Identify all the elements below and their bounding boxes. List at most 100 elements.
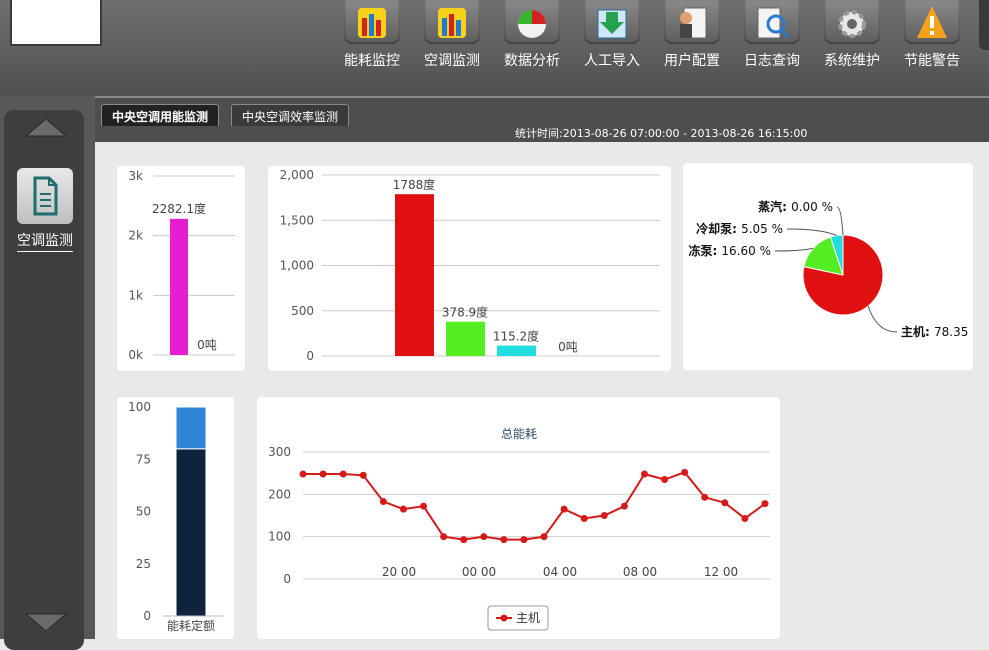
data-point bbox=[319, 470, 327, 478]
y-tick-label: 200 bbox=[268, 487, 291, 501]
x-category-label: 能耗定额 bbox=[167, 618, 215, 633]
chart-panel-quota: 0 25 50 75 100 能耗定额 bbox=[117, 397, 234, 639]
total-energy-line-chart: 总能耗 0 100 200 300 20 00 00 00 04 00 08 00 12 00 主机 bbox=[268, 427, 770, 631]
stacked-bar-segment bbox=[175, 448, 207, 617]
log-search-icon bbox=[744, 0, 800, 44]
x-tick-label: 04 00 bbox=[543, 565, 577, 579]
scroll-up-arrow-icon[interactable] bbox=[24, 116, 68, 138]
data-point bbox=[480, 533, 488, 541]
bar bbox=[497, 345, 536, 356]
bar-value-label: 2282.1度 bbox=[152, 201, 206, 216]
y-tick-label: 2k bbox=[128, 229, 143, 243]
data-point bbox=[379, 498, 387, 506]
y-tick-label: 25 bbox=[136, 557, 151, 571]
window-edge bbox=[979, 0, 989, 50]
data-point bbox=[339, 470, 347, 478]
nav-data-analysis[interactable]: 数据分析 bbox=[496, 0, 568, 72]
tab-ac-efficiency-monitor[interactable]: 中央空调效率监测 bbox=[231, 104, 350, 128]
bar bbox=[446, 321, 485, 356]
warning-icon bbox=[904, 0, 960, 44]
ac-monitor-chart-icon bbox=[424, 0, 480, 44]
y-tick-label: 100 bbox=[268, 530, 291, 544]
y-tick-label: 1,500 bbox=[280, 213, 314, 227]
pie-analysis-icon bbox=[504, 0, 560, 44]
x-tick-label: 00 00 bbox=[462, 565, 496, 579]
energy-quota-stacked-bar: 0 25 50 75 100 能耗定额 bbox=[128, 400, 223, 633]
pie-slice-label: 主机: 78.35 bbox=[901, 324, 968, 339]
user-config-icon bbox=[664, 0, 720, 44]
data-point bbox=[600, 512, 608, 519]
bar-value-label: 1788度 bbox=[393, 177, 436, 192]
chart-title: 总能耗 bbox=[501, 427, 537, 441]
sidebar: 空调监测 bbox=[0, 96, 95, 650]
y-tick-label: 0k bbox=[128, 348, 143, 362]
series-line bbox=[303, 471, 766, 541]
energy-breakdown-bar-chart: 0 500 1,000 1,500 2,000 1788度 378.9度 115.2度 0吨 bbox=[280, 168, 660, 363]
data-point bbox=[440, 533, 448, 541]
pie-leader-line bbox=[867, 305, 898, 333]
nav-label: 人工导入 bbox=[584, 53, 640, 69]
nav-manual-import[interactable]: 人工导入 bbox=[576, 0, 648, 72]
total-energy-bar-chart: 0k 1k 2k 3k 2282.1度 0吨 bbox=[128, 169, 235, 362]
data-point bbox=[399, 505, 407, 513]
tab-bar: 中央空调用能监测 中央空调效率监测 bbox=[95, 96, 989, 128]
data-point bbox=[420, 502, 428, 510]
data-point bbox=[620, 502, 628, 510]
chart-panel-total: 0k 1k 2k 3k 2282.1度 0吨 bbox=[117, 166, 245, 371]
logo-placeholder bbox=[10, 0, 102, 46]
nav-label: 用户配置 bbox=[664, 53, 720, 69]
x-tick-label: 20 00 bbox=[382, 565, 416, 579]
nav-label: 能耗监控 bbox=[344, 53, 400, 69]
legend-label: 主机 bbox=[516, 611, 540, 625]
gear-icon bbox=[824, 0, 880, 44]
legend[interactable]: 主机 bbox=[487, 605, 549, 631]
stat-time-text: 统计时间:2013-08-26 07:00:00 - 2013-08-26 16… bbox=[515, 127, 808, 140]
data-point bbox=[460, 536, 468, 544]
x-tick-label: 08 00 bbox=[623, 565, 657, 579]
data-point bbox=[540, 533, 548, 541]
top-toolbar: 能耗监控 空调监测 数据分析 人工导入 用户配置 日志查询 系统维护 节能警告 bbox=[0, 0, 989, 96]
y-tick-label: 100 bbox=[128, 400, 151, 414]
nav-ac-monitor[interactable]: 空调监测 bbox=[416, 0, 488, 72]
scroll-down-arrow-icon[interactable] bbox=[24, 612, 68, 634]
data-point bbox=[661, 476, 669, 484]
sidebar-panel: 空调监测 bbox=[4, 110, 84, 650]
stacked-bar-segment bbox=[175, 406, 207, 450]
pie-slice-label: 蒸汽: 0.00 % bbox=[758, 199, 833, 214]
nav-label: 数据分析 bbox=[504, 53, 560, 69]
bar bbox=[170, 218, 188, 355]
nav-user-config[interactable]: 用户配置 bbox=[656, 0, 728, 72]
chart-panel-trend: 总能耗 0 100 200 300 20 00 00 00 04 00 08 00 12 00 主机 bbox=[257, 397, 780, 639]
chart-panel-breakdown: 0 500 1,000 1,500 2,000 1788度 378.9度 115.2度 0吨 bbox=[268, 166, 671, 371]
tab-ac-energy-monitor[interactable]: 中央空调用能监测 bbox=[101, 104, 220, 128]
stat-time-bar: 统计时间:2013-08-26 07:00:00 - 2013-08-26 16… bbox=[95, 126, 989, 142]
nav-energy-warning[interactable]: 节能警告 bbox=[896, 0, 968, 72]
sidebar-item-label: 空调监测 bbox=[17, 230, 73, 252]
energy-monitor-chart-icon bbox=[344, 0, 400, 44]
data-point bbox=[741, 514, 749, 522]
nav-label: 节能警告 bbox=[904, 53, 960, 69]
data-point bbox=[560, 505, 568, 513]
y-tick-label: 500 bbox=[291, 304, 314, 318]
bar-value-label: 378.9度 bbox=[442, 305, 488, 320]
data-point bbox=[721, 499, 729, 507]
y-tick-label: 75 bbox=[136, 452, 151, 466]
y-tick-label: 50 bbox=[136, 505, 151, 519]
pie-leader-line bbox=[774, 247, 814, 252]
data-point bbox=[681, 468, 689, 476]
y-tick-label: 0 bbox=[306, 349, 314, 363]
data-point bbox=[640, 470, 648, 478]
y-tick-label: 1k bbox=[128, 288, 143, 302]
data-point bbox=[500, 536, 508, 544]
pie-leader-line bbox=[836, 206, 844, 236]
data-point bbox=[299, 470, 307, 478]
data-point bbox=[580, 514, 588, 522]
nav-energy-monitor[interactable]: 能耗监控 bbox=[336, 0, 408, 72]
document-icon bbox=[17, 168, 73, 224]
nav-system-maintenance[interactable]: 系统维护 bbox=[816, 0, 888, 72]
sidebar-item-ac-monitor[interactable]: 空调监测 bbox=[12, 168, 78, 252]
nav-log-query[interactable]: 日志查询 bbox=[736, 0, 808, 72]
nav-label: 系统维护 bbox=[824, 53, 880, 69]
x-tick-label: 12 00 bbox=[704, 565, 738, 579]
legend-swatch-dot bbox=[500, 614, 508, 622]
